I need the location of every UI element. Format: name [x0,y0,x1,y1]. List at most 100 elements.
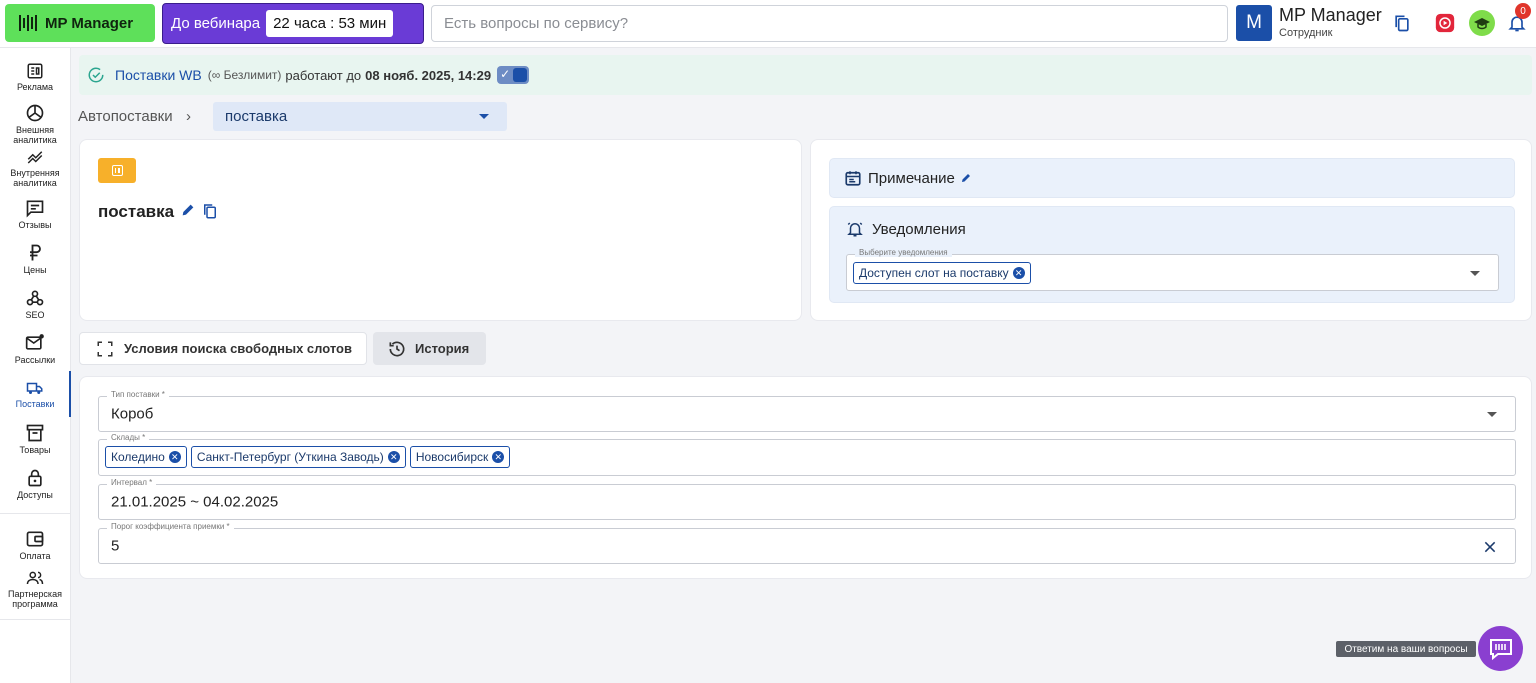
service-toggle[interactable]: ✓ [497,66,530,84]
avatar[interactable]: M [1236,5,1272,41]
chevron-right-icon: › [186,108,191,125]
sidebar-item-label: Доступы [17,490,53,500]
sidebar-item-label: Отзывы [18,220,52,230]
webinar-timer: 22 часа : 53 мин [266,10,394,37]
interval-label: Интервал * [107,478,157,487]
supply-select-value: поставка [225,108,288,125]
chevron-down-icon[interactable] [1470,270,1480,276]
tab-label: Условия поиска свободных слотов [124,341,352,356]
copy-icon[interactable] [1389,10,1415,36]
help-chat-button[interactable] [1478,626,1523,671]
video-icon[interactable] [1432,10,1458,36]
edit-icon[interactable] [960,172,972,184]
warehouses-label: Склады * [107,433,150,442]
notification-badge: 0 [1515,3,1531,19]
tab-search-conditions[interactable]: Условия поиска свободных слотов [79,332,367,365]
warehouse-chips: Коледино ✕ Санкт-Петербург (Уткина Заводь… [105,446,514,468]
remove-chip-icon[interactable]: ✕ [1012,267,1025,279]
sidebar-item-external-analytics[interactable]: Внешняя аналитика [0,103,70,145]
supply-type-select[interactable]: Тип поставки * Короб [98,390,1516,432]
truck-icon [26,382,43,394]
remove-chip-icon[interactable]: ✕ [387,451,400,463]
logo-label: MP Manager [45,14,134,32]
bell-icon [847,222,863,237]
sidebar-item-mailings[interactable]: Рассылки [0,333,70,365]
warehouse-chip[interactable]: Новосибирск ✕ [409,446,511,468]
sidebar-divider [0,513,70,514]
tab-history[interactable]: История [373,332,486,365]
chart-pie-icon [26,104,44,122]
supply-title: поставка [98,202,174,222]
logo-button[interactable]: MP Manager [5,4,155,42]
notifications-select[interactable]: Выберите уведомления Доступен слот на по… [846,248,1499,291]
chevron-down-icon[interactable] [1487,412,1497,417]
sidebar-item-label: Товары [19,445,51,455]
sidebar-item-access[interactable]: Доступы [0,468,70,500]
warehouse-chip[interactable]: Коледино ✕ [105,446,187,468]
sidebar: Реклама Внешняя аналитика Внутренняя ана… [0,48,71,683]
subscription-banner: Поставки WB (∞ Безлимит) работают до 08 … [79,55,1532,95]
interval-value: 21.01.2025 ~ 04.02.2025 [111,493,279,511]
sidebar-item-partner[interactable]: Партнерская программа [0,569,70,609]
ads-icon [27,63,43,79]
academy-icon[interactable] [1469,10,1495,36]
people-icon [26,571,44,585]
ruble-icon [30,244,41,261]
sidebar-item-seo[interactable]: SEO [0,288,70,320]
chevron-down-icon [479,114,489,119]
sidebar-item-supplies[interactable]: Поставки [0,371,71,417]
sidebar-item-prices[interactable]: Цены [0,243,70,275]
barcode-icon [19,15,37,31]
search-input[interactable] [431,5,1228,42]
threshold-input[interactable]: Порог коэффициента приемки * 5 [98,522,1516,564]
notifications-chips: Доступен слот на поставку ✕ [853,262,1035,284]
interval-picker[interactable]: Интервал * 21.01.2025 ~ 04.02.2025 [98,478,1516,520]
sidebar-item-products[interactable]: Товары [0,423,70,455]
note-section[interactable]: Примечание [829,158,1515,198]
warehouses-select[interactable]: Склады * Коледино ✕ Санкт-Петербург (Утки… [98,433,1516,476]
edit-icon[interactable] [180,202,196,223]
sidebar-item-payment[interactable]: Оплата [0,529,70,561]
copy-icon[interactable] [201,201,219,226]
webinar-countdown[interactable]: До вебинара 22 часа : 53 мин [162,3,424,44]
threshold-value: 5 [111,537,120,555]
remove-chip-icon[interactable]: ✕ [168,451,181,463]
supply-type-value: Короб [111,405,154,423]
notifications-select-label: Выберите уведомления [855,248,952,257]
tab-label: История [415,341,470,356]
sidebar-item-label: Рассылки [14,355,56,365]
webhook-icon [26,290,44,306]
search-conditions-form: Тип поставки * Короб Склады * Коледино ✕ … [79,376,1532,579]
fullscreen-icon [97,341,113,356]
sidebar-item-label: Цены [23,265,47,275]
supply-name: поставка [98,202,175,221]
warehouse-chip[interactable]: Санкт-Петербург (Уткина Заводь) ✕ [190,446,406,468]
banner-plan: (∞ Безлимит) [207,68,282,82]
sidebar-item-reviews[interactable]: Отзывы [0,198,70,230]
sidebar-item-label: Внешняя аналитика [13,125,57,145]
notifications-header: Уведомления [846,220,966,238]
help-label: Ответим на ваши вопросы [1336,641,1476,657]
sidebar-item-label: Внутренняя аналитика [10,168,60,188]
pause-icon [111,165,123,176]
pause-button[interactable] [98,158,136,183]
history-icon [389,341,405,356]
breadcrumb-root[interactable]: Автопоставки [78,108,173,125]
sidebar-item-internal-analytics[interactable]: Внутренняя аналитика [0,148,70,188]
clear-icon[interactable] [1483,540,1497,554]
sidebar-item-label: Оплата [19,551,51,561]
notes-card: Примечание Уведомления Выберите уведомле… [810,139,1532,321]
supply-card: поставка [79,139,802,321]
remove-chip-icon[interactable]: ✕ [492,451,505,463]
supply-select[interactable]: поставка [213,102,507,131]
wallet-icon [26,531,44,547]
archive-icon [26,424,44,442]
note-title: Примечание [868,169,955,187]
sidebar-item-label: Поставки [15,399,55,409]
sidebar-item-ads[interactable]: Реклама [0,62,70,92]
calendar-icon [845,171,861,186]
sidebar-item-label: SEO [25,310,45,320]
threshold-label: Порог коэффициента приемки * [107,522,234,531]
lock-icon [28,469,42,487]
notification-chip[interactable]: Доступен слот на поставку ✕ [853,262,1031,284]
